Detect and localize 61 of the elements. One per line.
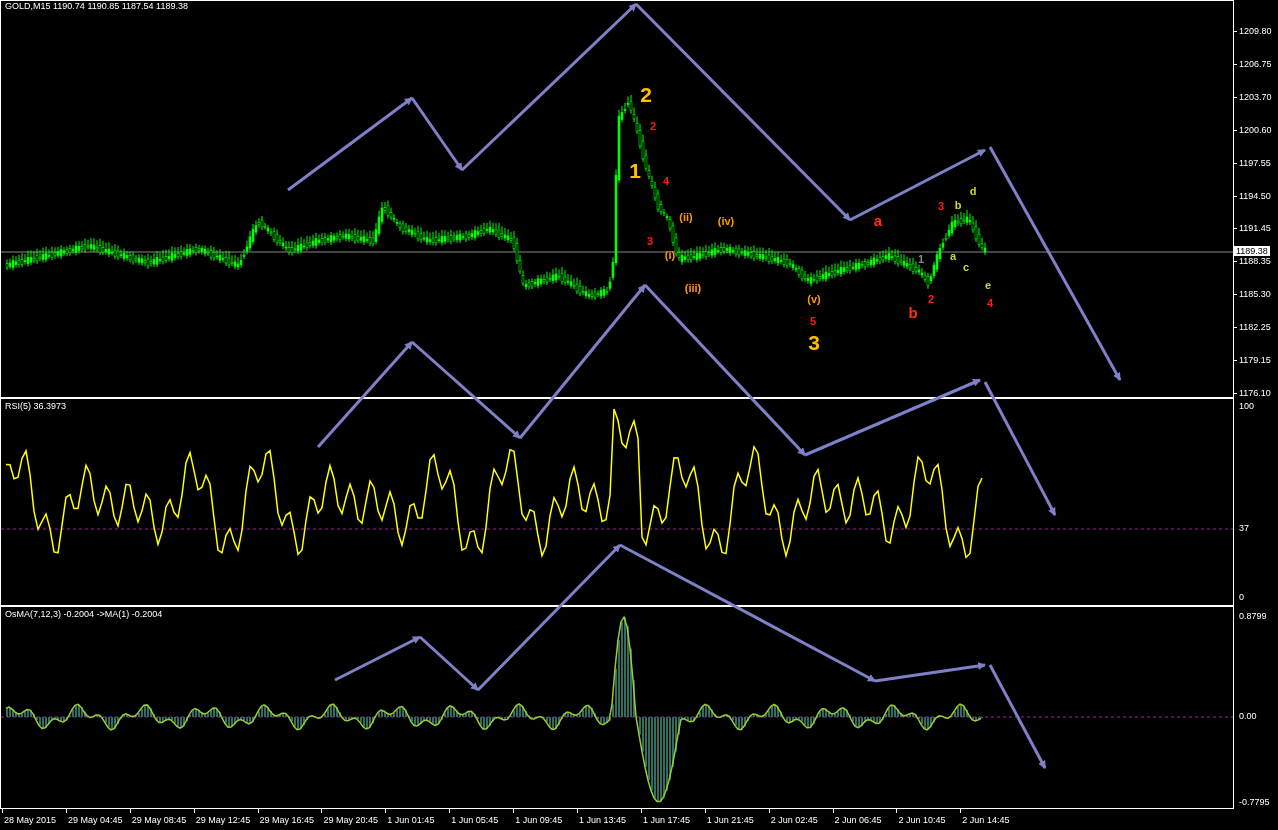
wave-label: e: [984, 279, 992, 291]
time-tick: 2 Jun 02:45: [768, 809, 833, 827]
osma-tick: 0.8799: [1239, 611, 1267, 621]
wave-label: 5: [809, 315, 817, 327]
time-tick: 29 May 16:45: [257, 809, 322, 827]
time-tick: 1 Jun 21:45: [704, 809, 769, 827]
time-tick: 29 May 20:45: [321, 809, 386, 827]
wave-label: 4: [662, 175, 670, 187]
current-price-label: 1189.38: [1234, 246, 1270, 256]
wave-label: a: [873, 211, 883, 229]
rsi-tick: 0: [1239, 592, 1244, 602]
price-tick: 1209.80: [1239, 26, 1272, 36]
wave-label: 1: [629, 159, 641, 183]
price-tick: 1206.75: [1239, 58, 1272, 69]
wave-label: 3: [646, 235, 654, 247]
price-tick: 1203.70: [1239, 91, 1272, 102]
wave-label: (iv): [717, 215, 735, 227]
rsi-title: RSI(5) 36.3973: [5, 401, 67, 411]
rsi-tick: 37: [1239, 523, 1249, 533]
price-tick: 1191.45: [1239, 223, 1271, 234]
time-tick: 28 May 2015: [2, 809, 66, 827]
wave-label: 4: [986, 297, 994, 309]
time-tick: 2 Jun 10:45: [896, 809, 961, 827]
wave-label: 2: [640, 83, 652, 107]
price-tick: 1179.15: [1239, 355, 1271, 365]
price-tick: 1200.60: [1239, 124, 1272, 135]
time-tick: 29 May 12:45: [193, 809, 258, 827]
wave-label: a: [949, 250, 957, 262]
wave-label: 3: [808, 331, 820, 355]
osma-tick: 0.00: [1239, 711, 1257, 721]
osma-tick: -0.7795: [1239, 797, 1270, 807]
chart-title: GOLD,M15 1190.74 1190.85 1187.54 1189.38: [5, 1, 188, 11]
price-tick: 1188.35: [1239, 256, 1271, 267]
rsi-tick: 100: [1239, 401, 1255, 411]
osma-title: OsMA(7,12,3) -0.2004 ->MA(1) -0.2004: [5, 609, 163, 619]
time-tick: 1 Jun 13:45: [577, 809, 641, 827]
wave-label: b: [954, 199, 962, 211]
price-tick: 1182.25: [1239, 322, 1271, 333]
price-tick: 1176.10: [1239, 387, 1271, 398]
wave-label: (ii): [679, 211, 693, 223]
price-tick: 1197.55: [1239, 157, 1271, 168]
time-tick: 1 Jun 09:45: [513, 809, 577, 827]
price-tick: 1194.50: [1239, 190, 1271, 201]
time-tick: 1 Jun 05:45: [449, 809, 514, 827]
wave-label: c: [962, 261, 970, 273]
price-tick: 1185.30: [1239, 289, 1271, 300]
wave-label: b: [908, 303, 918, 321]
wave-label: d: [969, 185, 977, 197]
wave-label: 3: [937, 200, 945, 212]
wave-label: 2: [649, 120, 657, 132]
wave-label: 2: [927, 293, 935, 305]
time-tick: 1 Jun 17:45: [640, 809, 705, 827]
wave-label: 1: [917, 253, 925, 265]
time-tick: 1 Jun 01:45: [385, 809, 450, 827]
wave-label: (v): [807, 293, 821, 305]
time-tick: 2 Jun 14:45: [960, 809, 1025, 827]
time-tick: 29 May 08:45: [129, 809, 194, 827]
time-tick: 29 May 04:45: [65, 809, 130, 827]
wave-label: (iii): [684, 282, 702, 294]
wave-label: (i): [664, 249, 676, 261]
time-tick: 2 Jun 06:45: [832, 809, 897, 827]
